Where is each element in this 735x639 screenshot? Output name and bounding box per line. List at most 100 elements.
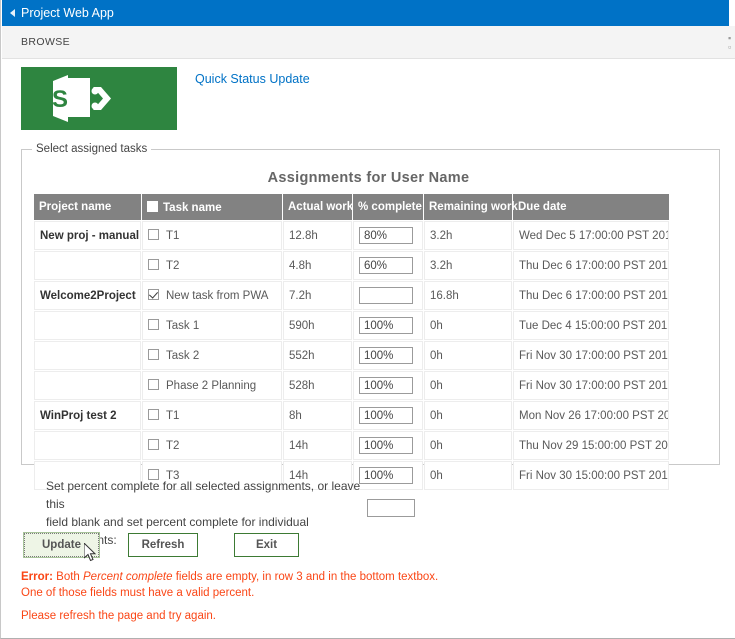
table-row: Welcome2Project New task from PWA 7.2h 16.8… [34,281,669,310]
window-titlebar: Project Web App [2,0,729,26]
select-all-checkbox[interactable] [147,200,158,212]
cell-percent-complete [353,311,423,340]
cell-percent-complete [353,251,423,280]
percent-complete-input[interactable] [359,287,413,304]
cell-remaining-work: 3.2h [424,251,512,280]
cell-task-name: Phase 2 Planning [142,371,282,400]
tab-browse[interactable]: BROWSE [21,36,70,48]
assignments-table-body: New proj - manual T1 12.8h 3.2hWed Dec 5 17… [34,221,669,490]
cell-project-name [34,251,141,280]
cell-percent-complete [353,371,423,400]
table-row: New proj - manual T1 12.8h 3.2hWed Dec 5 17… [34,221,669,250]
column-header-due-date[interactable]: Due date [513,194,669,220]
percent-complete-input[interactable] [359,317,413,334]
cell-percent-complete [353,431,423,460]
row-select-checkbox[interactable] [148,439,159,450]
svg-text:S: S [52,86,68,113]
fieldset-legend: Select assigned tasks [32,143,152,155]
cell-actual-work: 7.2h [283,281,352,310]
cell-remaining-work: 0h [424,311,512,340]
table-header-row: Project name Task name Actual work % com… [34,194,669,220]
percent-complete-input[interactable] [359,437,413,454]
task-name-label: T2 [166,440,180,452]
cell-percent-complete [353,341,423,370]
cell-project-name: WinProj test 2 [34,401,141,430]
percent-complete-input[interactable] [359,377,413,394]
row-select-checkbox[interactable] [148,349,159,360]
cell-percent-complete [353,221,423,250]
cell-due-date: Thu Nov 29 15:00:00 PST 2012 [513,431,669,460]
error-label: Error: [21,571,53,583]
cell-actual-work: 12.8h [283,221,352,250]
cell-task-name: T1 [142,221,282,250]
cell-due-date: Fri Nov 30 17:00:00 PST 2012 [513,341,669,370]
cell-project-name [34,311,141,340]
cell-due-date: Fri Nov 30 15:00:00 PST 2012 [513,461,669,490]
error-message: Error: Both Percent complete fields are … [21,569,661,601]
row-select-checkbox[interactable] [148,319,159,330]
error-text-line2: One of those fields must have a valid pe… [21,587,255,599]
percent-complete-input[interactable] [359,227,413,244]
table-row: T2 14h 0hThu Nov 29 15:00:00 PST 2012 [34,431,669,460]
cell-percent-complete [353,401,423,430]
percent-complete-input[interactable] [359,257,413,274]
cell-due-date: Tue Dec 4 15:00:00 PST 2012 [513,311,669,340]
percent-complete-input[interactable] [359,467,413,484]
cell-project-name [34,371,141,400]
cell-project-name: New proj - manual [34,221,141,250]
row-select-checkbox[interactable] [148,229,159,240]
cell-percent-complete [353,281,423,310]
refresh-button[interactable]: Refresh [128,533,198,557]
refresh-notice: Please refresh the page and try again. [21,610,216,622]
cell-task-name: New task from PWA [142,281,282,310]
cell-actual-work: 528h [283,371,352,400]
exit-button[interactable]: Exit [234,533,299,557]
row-select-checkbox[interactable] [148,409,159,420]
page-content: S Quick Status Update Select assigned ta… [2,59,735,638]
ribbon-edge-clipped-icon[interactable]: ▪ ▫ [728,34,735,52]
cell-due-date: Fri Nov 30 17:00:00 PST 2012 [513,371,669,400]
row-select-checkbox[interactable] [148,259,159,270]
cell-remaining-work: 16.8h [424,281,512,310]
task-name-label: T2 [166,260,180,272]
cell-task-name: T1 [142,401,282,430]
cell-project-name: Welcome2Project [34,281,141,310]
cell-actual-work: 552h [283,341,352,370]
table-row: Task 1 590h 0hTue Dec 4 15:00:00 PST 2012 [34,311,669,340]
sharepoint-logo-icon: S [21,67,177,130]
cell-remaining-work: 0h [424,461,512,490]
update-button[interactable]: Update [23,532,100,558]
cell-remaining-work: 0h [424,371,512,400]
bulk-percent-complete-input[interactable] [367,499,415,517]
percent-complete-input[interactable] [359,407,413,424]
column-header-actual-work[interactable]: Actual work [283,194,353,220]
column-header-task-name[interactable]: Task name [142,194,282,220]
quick-status-update-link[interactable]: Quick Status Update [195,72,310,86]
column-header-percent-complete[interactable]: % complete [353,194,423,220]
cell-task-name: T2 [142,251,282,280]
cell-due-date: Wed Dec 5 17:00:00 PST 2012 [513,221,669,250]
cell-actual-work: 14h [283,431,352,460]
row-select-checkbox[interactable] [148,379,159,390]
cell-task-name: T2 [142,431,282,460]
assignments-table: Project name Task name Actual work % com… [33,193,670,491]
cell-task-name: Task 1 [142,311,282,340]
column-header-remaining-work[interactable]: Remaining work [424,194,518,220]
cell-task-name: Task 2 [142,341,282,370]
ribbon-bar: BROWSE ▪ ▫ [2,26,735,59]
cell-due-date: Thu Dec 6 17:00:00 PST 2012 [513,281,669,310]
task-name-label: Task 2 [166,350,200,362]
column-header-project-name[interactable]: Project name [34,194,141,220]
ribbon-edge-glyph-bottom: ▫ [728,42,732,52]
browser-window: Project Web App BROWSE ▪ ▫ S Quick Statu… [0,0,735,639]
assignments-heading: Assignments for User Name [267,170,470,186]
cell-project-name [34,341,141,370]
task-name-label: New task from PWA [166,290,269,302]
error-emphasis: Percent complete [83,571,173,583]
task-name-label: T1 [166,410,180,422]
cell-actual-work: 8h [283,401,352,430]
row-select-checkbox[interactable] [148,289,159,300]
percent-complete-input[interactable] [359,347,413,364]
back-arrow-icon[interactable] [10,9,15,17]
cell-project-name [34,431,141,460]
